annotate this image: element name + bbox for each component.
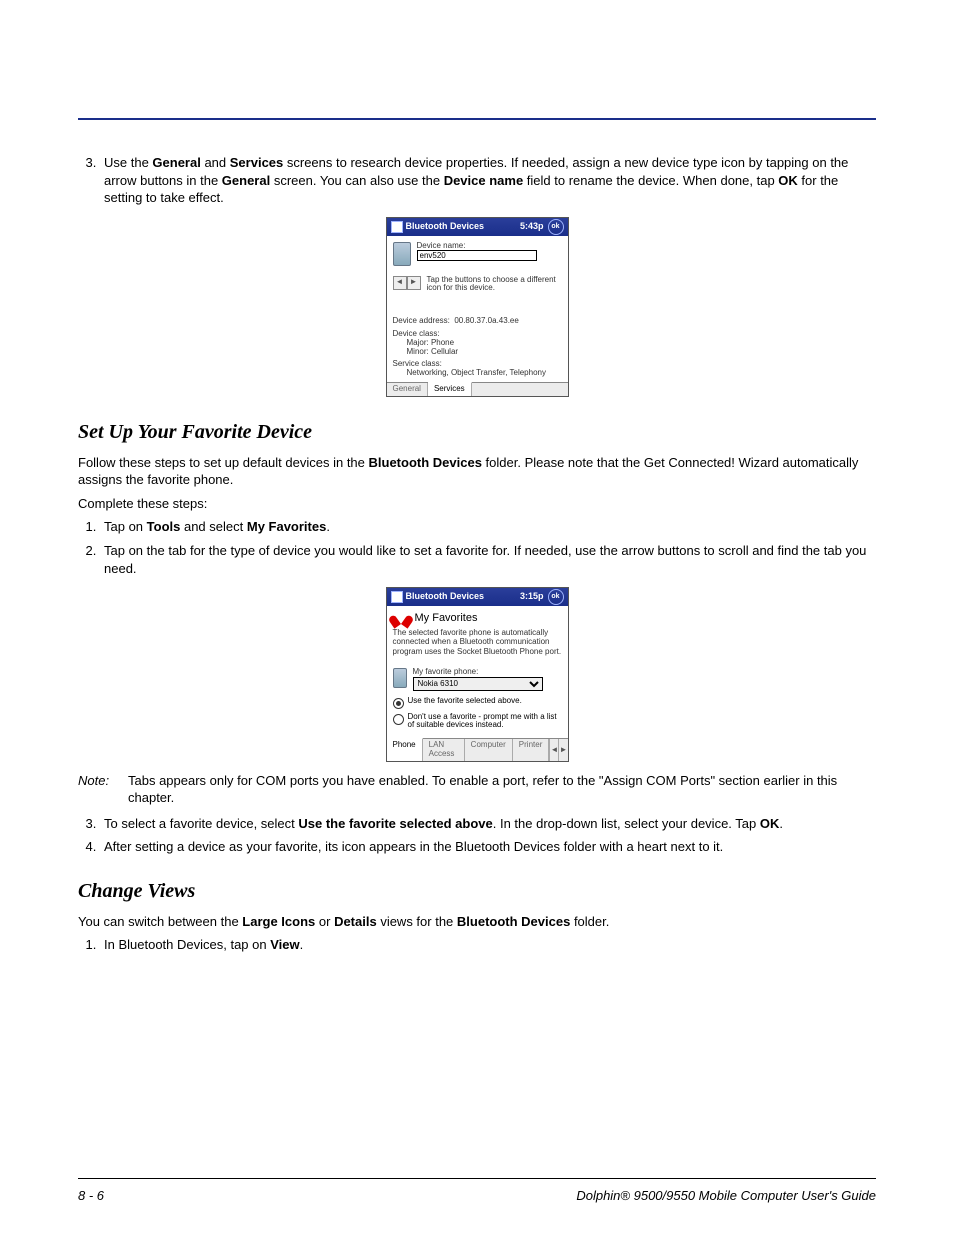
step-3: Use the General and Services screens to … <box>100 154 876 207</box>
addr-label: Device address: <box>393 316 450 325</box>
radio-use-favorite-label: Use the favorite selected above. <box>408 697 522 706</box>
device-name-input[interactable] <box>417 250 537 261</box>
radio-use-favorite[interactable] <box>393 698 404 709</box>
text: and <box>201 155 230 170</box>
step-list-top: Use the General and Services screens to … <box>78 154 876 207</box>
top-rule <box>78 118 876 120</box>
window-title: Bluetooth Devices <box>406 592 485 602</box>
note: Note: Tabs appears only for COM ports yo… <box>78 772 876 807</box>
tabs-scroll-left[interactable]: ◄ <box>549 739 558 761</box>
bold: Device name <box>444 173 524 188</box>
prev-icon-button[interactable]: ◄ <box>393 276 407 290</box>
next-icon-button[interactable]: ► <box>407 276 421 290</box>
tab-computer[interactable]: Computer <box>465 739 513 761</box>
paragraph: You can switch between the Large Icons o… <box>78 913 876 931</box>
tab-printer[interactable]: Printer <box>513 739 550 761</box>
fav-step-4: After setting a device as your favorite,… <box>100 838 876 856</box>
bold: General <box>152 155 200 170</box>
device-name-label: Device name: <box>417 242 562 251</box>
window-title: Bluetooth Devices <box>406 222 485 232</box>
text: field to rename the device. When done, t… <box>523 173 778 188</box>
tab-lan-access[interactable]: LAN Access <box>423 739 465 761</box>
figure-bluetooth-general: Bluetooth Devices 5:43p ok Device name: <box>78 217 876 397</box>
favorite-phone-label: My favorite phone: <box>413 668 562 677</box>
pda-titlebar: Bluetooth Devices 5:43p ok <box>387 218 568 236</box>
text: Use the <box>104 155 152 170</box>
note-text: Tabs appears only for COM ports you have… <box>128 772 876 807</box>
radio-prompt[interactable] <box>393 714 404 725</box>
icon-hint: Tap the buttons to choose a different ic… <box>427 276 562 294</box>
fav-step-1: Tap on Tools and select My Favorites. <box>100 518 876 536</box>
window-icon <box>391 591 403 603</box>
figure-my-favorites: Bluetooth Devices 3:15p ok My Favorites … <box>78 587 876 762</box>
clock: 5:43p <box>520 222 544 232</box>
device-icon <box>393 242 411 266</box>
pda-titlebar: Bluetooth Devices 3:15p ok <box>387 588 568 606</box>
text: screen. You can also use the <box>270 173 443 188</box>
addr-value: 00.80.37.0a.43.ee <box>454 316 519 325</box>
page-number: 8 - 6 <box>78 1188 104 1203</box>
svcclass-value: Networking, Object Transfer, Telephony <box>393 369 562 378</box>
ok-button[interactable]: ok <box>548 589 564 605</box>
footer-title: Dolphin® 9500/9550 Mobile Computer User'… <box>576 1188 876 1203</box>
clock: 3:15p <box>520 592 544 602</box>
view-steps: In Bluetooth Devices, tap on View. <box>78 936 876 954</box>
tabs-scroll-right[interactable]: ► <box>558 739 567 761</box>
favorite-description: The selected favorite phone is automatic… <box>387 626 568 660</box>
bold: General <box>222 173 270 188</box>
tab-phone[interactable]: Phone <box>387 738 423 761</box>
hearts-icon <box>393 612 409 624</box>
icon-arrow-buttons[interactable]: ◄ ► <box>393 276 421 290</box>
bold: Services <box>230 155 284 170</box>
fav-step-3: To select a favorite device, select Use … <box>100 815 876 833</box>
my-favorites-heading: My Favorites <box>415 612 478 624</box>
tab-general[interactable]: General <box>387 383 428 396</box>
radio-prompt-label: Don't use a favorite - prompt me with a … <box>408 713 562 731</box>
devclass-minor: Minor: Cellular <box>393 348 562 357</box>
section-change-views: Change Views <box>78 880 876 903</box>
section-favorite-device: Set Up Your Favorite Device <box>78 421 876 444</box>
bottom-rule <box>78 1178 876 1179</box>
bold: OK <box>778 173 798 188</box>
paragraph: Complete these steps: <box>78 495 876 513</box>
note-label: Note: <box>78 772 118 807</box>
view-step-1: In Bluetooth Devices, tap on View. <box>100 936 876 954</box>
paragraph: Follow these steps to set up default dev… <box>78 454 876 489</box>
phone-icon <box>393 668 407 688</box>
window-icon <box>391 221 403 233</box>
fav-step-2: Tap on the tab for the type of device yo… <box>100 542 876 577</box>
favorite-phone-select[interactable]: Nokia 6310 <box>413 677 543 691</box>
tab-services[interactable]: Services <box>428 382 472 396</box>
ok-button[interactable]: ok <box>548 219 564 235</box>
favorite-steps-cont: To select a favorite device, select Use … <box>78 815 876 856</box>
favorite-steps: Tap on Tools and select My Favorites. Ta… <box>78 518 876 577</box>
